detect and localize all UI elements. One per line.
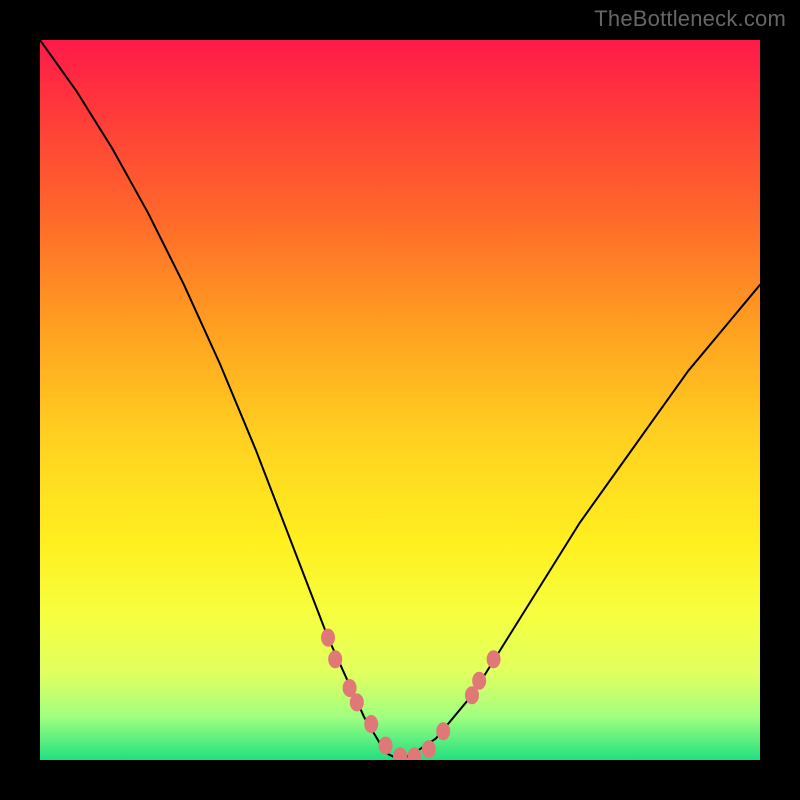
highlight-dot bbox=[472, 672, 486, 690]
chart-plot-area bbox=[40, 40, 760, 760]
bottleneck-curve-path bbox=[40, 40, 760, 760]
highlight-dot bbox=[350, 693, 364, 711]
highlight-dot bbox=[422, 740, 436, 758]
highlight-dot bbox=[436, 722, 450, 740]
highlight-dots-group bbox=[321, 629, 501, 760]
highlight-dot bbox=[487, 650, 501, 668]
watermark-text: TheBottleneck.com bbox=[594, 6, 786, 32]
highlight-dot bbox=[393, 747, 407, 760]
highlight-dot bbox=[364, 715, 378, 733]
highlight-dot bbox=[328, 650, 342, 668]
highlight-dot bbox=[379, 737, 393, 755]
highlight-dot bbox=[321, 629, 335, 647]
bottleneck-curve-svg bbox=[40, 40, 760, 760]
